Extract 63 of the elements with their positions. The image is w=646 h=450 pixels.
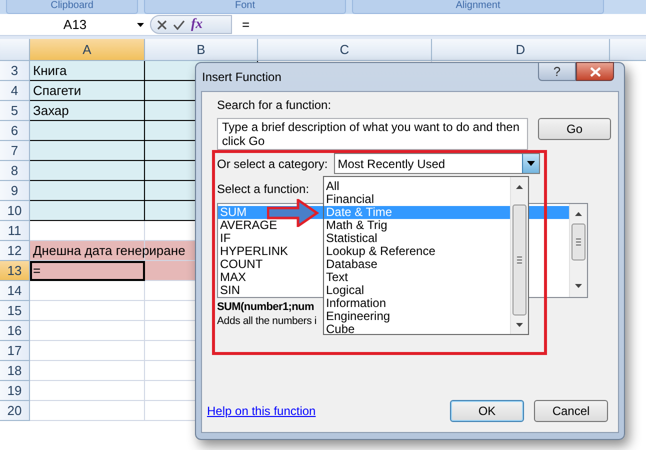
formula-text: = [241,17,250,32]
dropdown-arrow-icon [526,161,535,166]
row-header[interactable]: 9 [0,181,30,201]
search-label: Search for a function: [217,98,332,112]
ribbon-group-label: Clipboard [6,0,138,14]
row-header[interactable]: 20 [0,401,30,421]
function-signature: SUM(number1;num [217,301,314,313]
column-header[interactable]: D [432,39,610,60]
window-title: Insert Function [202,70,282,84]
row-header[interactable]: 13 [0,261,30,281]
category-dropdown[interactable]: Most Recently Used [334,153,540,174]
row-header[interactable]: 7 [0,141,30,161]
category-item[interactable]: Information [324,297,510,310]
category-item[interactable]: Statistical [324,232,510,245]
row-header[interactable]: 12 [0,241,30,261]
caret-icon [137,22,144,26]
category-item[interactable]: Lookup & Reference [324,245,510,258]
name-box[interactable]: A13 [0,14,150,34]
category-item[interactable]: Logical [324,284,510,297]
cell-text: Книга [33,63,67,78]
cell-text: Захар [33,103,69,118]
row-header[interactable]: 5 [0,101,30,121]
cell-text: Спагети [33,83,82,98]
row-header[interactable]: 19 [0,381,30,401]
go-button[interactable]: Go [538,118,611,140]
column-header[interactable]: C [258,39,432,60]
function-list-label: Select a function: [217,182,310,196]
category-label: Or select a category: [217,156,328,170]
ribbon-group-label: Font [144,0,346,14]
category-item[interactable]: Text [324,271,510,284]
ok-button[interactable]: OK [450,400,524,422]
row-header[interactable]: 15 [0,301,30,321]
cell-text: Днешна дата генериране [33,243,186,258]
cancel-icon[interactable] [157,20,167,30]
row-header[interactable]: 14 [0,281,30,301]
row-header[interactable]: 17 [0,341,30,361]
row-header[interactable]: 6 [0,121,30,141]
column-header[interactable]: B [145,39,258,60]
row-header[interactable]: 3 [0,61,30,81]
category-item[interactable]: Database [324,258,510,271]
check-icon[interactable] [173,20,185,30]
row-header[interactable]: 11 [0,221,30,241]
close-icon [590,66,600,76]
insert-function-button[interactable]: fx [191,16,203,32]
cancel-button[interactable]: Cancel [534,400,608,422]
row-header[interactable]: 4 [0,81,30,101]
close-button[interactable] [576,62,614,81]
help-link[interactable]: Help on this function [207,404,316,418]
row-header[interactable]: 10 [0,201,30,221]
category-item[interactable]: Financial [324,193,510,206]
ribbon-group-label: Alignment [352,0,604,14]
category-item[interactable]: Math & Trig [324,219,510,232]
row-header[interactable]: 18 [0,361,30,381]
category-item[interactable]: All [324,180,510,193]
row-header[interactable]: 8 [0,161,30,181]
column-header[interactable]: A [30,39,145,60]
row-header[interactable]: 16 [0,321,30,341]
category-item[interactable]: Cube [324,323,510,336]
search-field[interactable]: Type a brief description of what you want to do and then click Go [217,118,528,150]
cell-text: = [33,263,41,278]
help-button[interactable]: ? [538,62,576,81]
function-description: Adds all the numbers i [217,315,316,327]
category-item[interactable]: Engineering [324,310,510,323]
